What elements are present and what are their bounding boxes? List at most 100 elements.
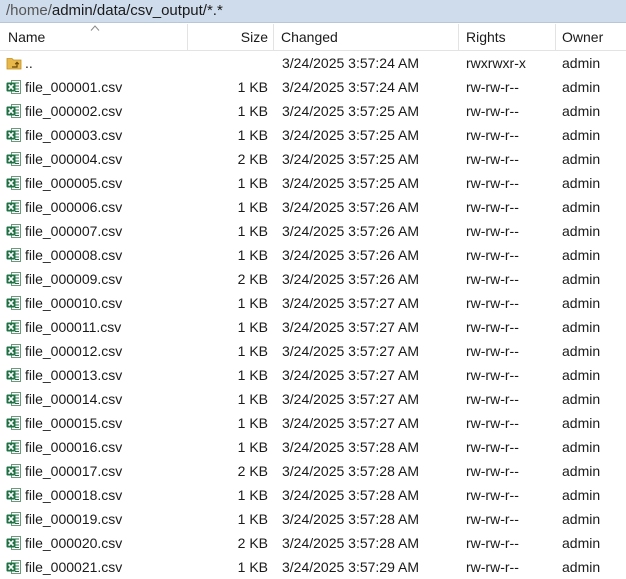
- file-name-cell: file_000013.csv: [6, 363, 186, 387]
- file-changed: 3/24/2025 3:57:27 AM: [282, 367, 419, 383]
- excel-file-icon: [6, 487, 21, 502]
- file-name-cell: file_000016.csv: [6, 435, 186, 459]
- file-name-cell: file_000005.csv: [6, 171, 186, 195]
- file-row[interactable]: file_000009.csv 2 KB 3/24/2025 3:57:26 AM r…: [0, 267, 626, 291]
- file-size: 1 KB: [237, 487, 268, 503]
- file-row[interactable]: file_000001.csv 1 KB 3/24/2025 3:57:24 AM r…: [0, 75, 626, 99]
- file-changed: 3/24/2025 3:57:28 AM: [282, 439, 419, 455]
- file-row[interactable]: file_000017.csv 2 KB 3/24/2025 3:57:28 AM r…: [0, 459, 626, 483]
- file-row[interactable]: file_000005.csv 1 KB 3/24/2025 3:57:25 AM r…: [0, 171, 626, 195]
- excel-file-icon: [6, 103, 21, 118]
- file-row[interactable]: file_000003.csv 1 KB 3/24/2025 3:57:25 AM r…: [0, 123, 626, 147]
- file-changed: 3/24/2025 3:57:28 AM: [282, 535, 419, 551]
- file-row[interactable]: file_000008.csv 1 KB 3/24/2025 3:57:26 AM r…: [0, 243, 626, 267]
- file-owner: admin: [562, 55, 601, 71]
- file-changed: 3/24/2025 3:57:29 AM: [282, 559, 419, 575]
- file-name: file_000006.csv: [25, 199, 123, 215]
- file-name: ..: [25, 55, 33, 71]
- file-list: .. 3/24/2025 3:57:24 AM rwxrwxr-x admin file…: [0, 51, 626, 579]
- column-header-name[interactable]: Name: [0, 24, 188, 50]
- excel-file-icon: [6, 535, 21, 550]
- file-rights: rw-rw-r--: [466, 175, 519, 191]
- file-owner: admin: [562, 247, 601, 263]
- file-row[interactable]: file_000015.csv 1 KB 3/24/2025 3:57:27 AM r…: [0, 411, 626, 435]
- file-size: 1 KB: [237, 343, 268, 359]
- path-bar[interactable]: /home/admin/data/csv_output/*.*: [0, 0, 626, 23]
- file-size: 2 KB: [237, 463, 268, 479]
- file-name: file_000014.csv: [25, 391, 123, 407]
- file-owner: admin: [562, 487, 601, 503]
- file-rights: rw-rw-r--: [466, 391, 519, 407]
- file-name: file_000004.csv: [25, 151, 123, 167]
- column-header-owner[interactable]: Owner: [556, 24, 626, 50]
- file-name-cell: file_000003.csv: [6, 123, 186, 147]
- file-changed: 3/24/2025 3:57:27 AM: [282, 343, 419, 359]
- file-size: 1 KB: [237, 223, 268, 239]
- file-owner: admin: [562, 559, 601, 575]
- excel-file-icon: [6, 439, 21, 454]
- file-name: file_000002.csv: [25, 103, 123, 119]
- file-row[interactable]: file_000002.csv 1 KB 3/24/2025 3:57:25 AM r…: [0, 99, 626, 123]
- file-name: file_000021.csv: [25, 559, 123, 575]
- file-row[interactable]: file_000020.csv 2 KB 3/24/2025 3:57:28 AM r…: [0, 531, 626, 555]
- file-name-cell: file_000004.csv: [6, 147, 186, 171]
- file-rights: rw-rw-r--: [466, 79, 519, 95]
- file-rights: rw-rw-r--: [466, 415, 519, 431]
- file-name-cell: file_000010.csv: [6, 291, 186, 315]
- file-row[interactable]: file_000019.csv 1 KB 3/24/2025 3:57:28 AM r…: [0, 507, 626, 531]
- file-rights: rw-rw-r--: [466, 463, 519, 479]
- file-changed: 3/24/2025 3:57:24 AM: [282, 55, 419, 71]
- file-name: file_000018.csv: [25, 487, 123, 503]
- file-changed: 3/24/2025 3:57:26 AM: [282, 247, 419, 263]
- file-owner: admin: [562, 463, 601, 479]
- file-row[interactable]: file_000018.csv 1 KB 3/24/2025 3:57:28 AM r…: [0, 483, 626, 507]
- file-owner: admin: [562, 127, 601, 143]
- file-owner: admin: [562, 175, 601, 191]
- file-row[interactable]: file_000010.csv 1 KB 3/24/2025 3:57:27 AM r…: [0, 291, 626, 315]
- file-name: file_000005.csv: [25, 175, 123, 191]
- file-size: 1 KB: [237, 175, 268, 191]
- file-rights: rwxrwxr-x: [466, 55, 526, 71]
- file-owner: admin: [562, 391, 601, 407]
- file-owner: admin: [562, 103, 601, 119]
- file-name-cell: file_000006.csv: [6, 195, 186, 219]
- file-row[interactable]: file_000007.csv 1 KB 3/24/2025 3:57:26 AM r…: [0, 219, 626, 243]
- file-row[interactable]: file_000004.csv 2 KB 3/24/2025 3:57:25 AM r…: [0, 147, 626, 171]
- path-prefix: /home/: [6, 2, 52, 19]
- file-row[interactable]: file_000006.csv 1 KB 3/24/2025 3:57:26 AM r…: [0, 195, 626, 219]
- column-header-size[interactable]: Size: [188, 24, 274, 50]
- column-header-rights-label: Rights: [466, 29, 506, 45]
- file-row[interactable]: file_000012.csv 1 KB 3/24/2025 3:57:27 AM r…: [0, 339, 626, 363]
- excel-file-icon: [6, 343, 21, 358]
- file-row[interactable]: file_000021.csv 1 KB 3/24/2025 3:57:29 AM r…: [0, 555, 626, 579]
- file-changed: 3/24/2025 3:57:27 AM: [282, 295, 419, 311]
- file-name-cell: file_000018.csv: [6, 483, 186, 507]
- file-changed: 3/24/2025 3:57:25 AM: [282, 127, 419, 143]
- file-name: file_000009.csv: [25, 271, 123, 287]
- file-name: file_000007.csv: [25, 223, 123, 239]
- file-row[interactable]: file_000016.csv 1 KB 3/24/2025 3:57:28 AM r…: [0, 435, 626, 459]
- file-name: file_000015.csv: [25, 415, 123, 431]
- file-owner: admin: [562, 151, 601, 167]
- file-size: 1 KB: [237, 295, 268, 311]
- file-row[interactable]: file_000013.csv 1 KB 3/24/2025 3:57:27 AM r…: [0, 363, 626, 387]
- file-row[interactable]: file_000011.csv 1 KB 3/24/2025 3:57:27 AM r…: [0, 315, 626, 339]
- excel-file-icon: [6, 151, 21, 166]
- excel-file-icon: [6, 127, 21, 142]
- excel-file-icon: [6, 391, 21, 406]
- file-name: file_000013.csv: [25, 367, 123, 383]
- file-size: 1 KB: [237, 127, 268, 143]
- column-header-changed[interactable]: Changed: [274, 24, 459, 50]
- file-owner: admin: [562, 271, 601, 287]
- file-name-cell: file_000020.csv: [6, 531, 186, 555]
- file-name: file_000010.csv: [25, 295, 123, 311]
- column-header-rights[interactable]: Rights: [459, 24, 556, 50]
- file-rights: rw-rw-r--: [466, 535, 519, 551]
- file-changed: 3/24/2025 3:57:27 AM: [282, 319, 419, 335]
- file-row[interactable]: file_000014.csv 1 KB 3/24/2025 3:57:27 AM r…: [0, 387, 626, 411]
- file-rights: rw-rw-r--: [466, 151, 519, 167]
- parent-directory-row[interactable]: .. 3/24/2025 3:57:24 AM rwxrwxr-x admin: [0, 51, 626, 75]
- file-name-cell: ..: [6, 51, 186, 75]
- sort-ascending-icon: [90, 25, 100, 31]
- file-name-cell: file_000009.csv: [6, 267, 186, 291]
